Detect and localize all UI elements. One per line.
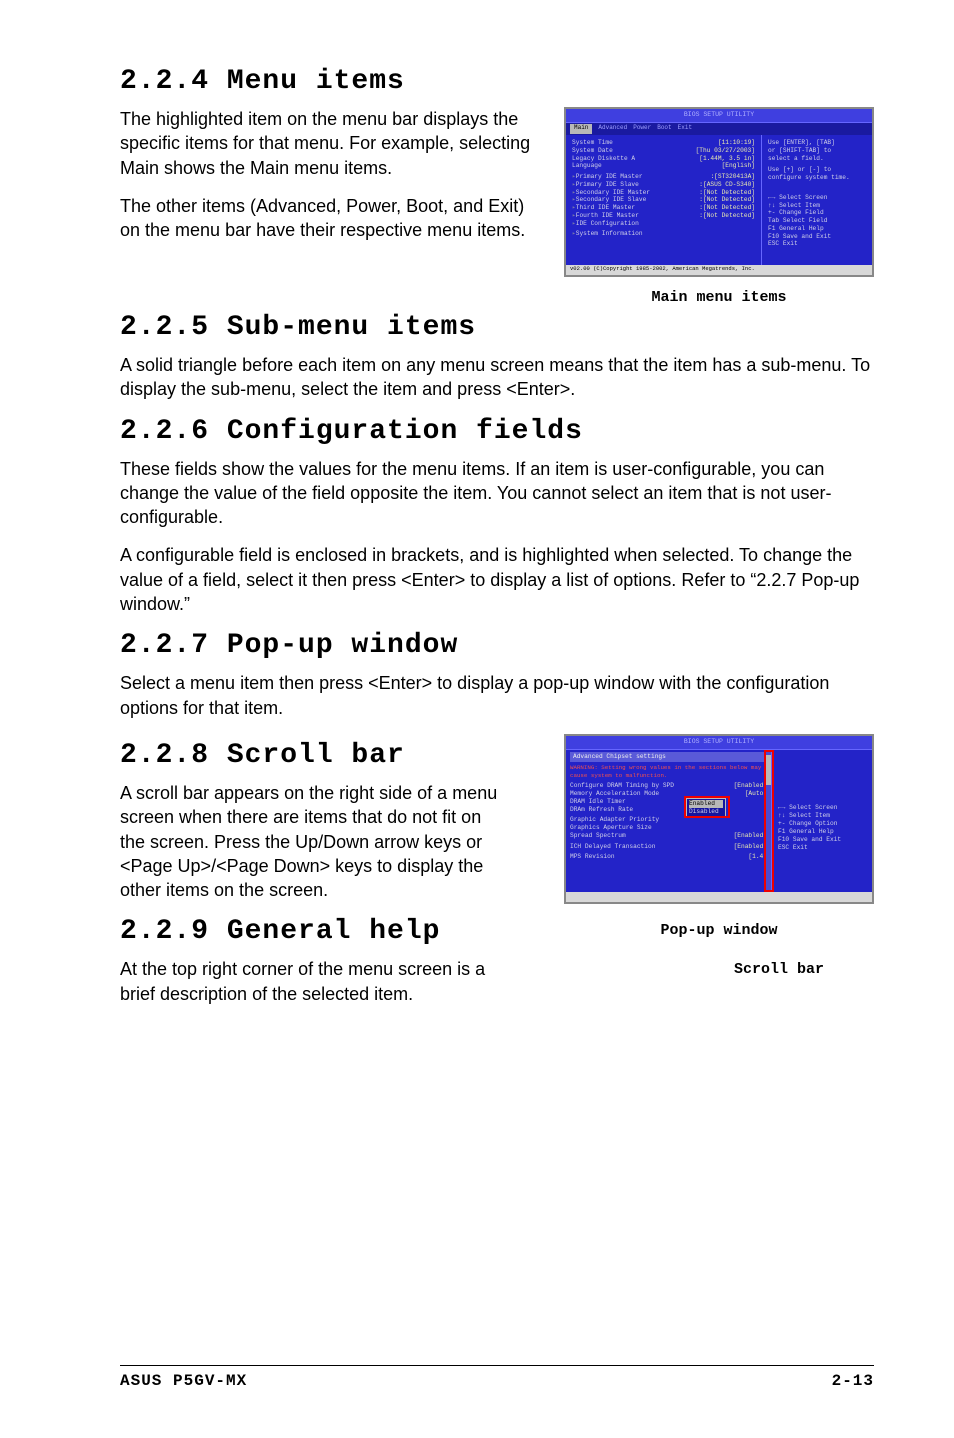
para-224-1: The highlighted item on the menu bar dis… [120, 107, 546, 180]
para-229-1: At the top right corner of the menu scre… [120, 957, 500, 1006]
bios1-footer: v02.00 (C)Copyright 1985-2002, American … [566, 265, 872, 275]
bios-main-screenshot: BIOS SETUP UTILITY Main Advanced Power B… [564, 107, 874, 277]
red-marker-popup [684, 796, 730, 818]
bios1-tab-exit: Exit [678, 124, 692, 134]
red-marker-scroll [764, 750, 774, 892]
bios2-warning: WARNING: Setting wrong values in the sec… [570, 764, 767, 779]
bios2-footer [566, 892, 872, 902]
heading-228: 2.2.8 Scroll bar [120, 740, 546, 771]
heading-229: 2.2.9 General help [120, 916, 546, 947]
bios-popup-screenshot: BIOS SETUP UTILITY Advanced Chipset sett… [564, 734, 874, 904]
para-228-1: A scroll bar appears on the right side o… [120, 781, 500, 902]
para-227-1: Select a menu item then press <Enter> to… [120, 671, 874, 720]
heading-226: 2.2.6 Configuration fields [120, 416, 874, 447]
bios1-tab-boot: Boot [657, 124, 671, 134]
bios2-title: BIOS SETUP UTILITY [566, 736, 872, 750]
bios1-tab-power: Power [633, 124, 651, 134]
para-225-1: A solid triangle before each item on any… [120, 353, 874, 402]
heading-224: 2.2.4 Menu items [120, 66, 874, 97]
bios1-tab-main: Main [570, 124, 592, 134]
caption-scrollbar: Scroll bar [564, 961, 874, 978]
footer-product: ASUS P5GV-MX [120, 1372, 247, 1390]
caption-popup: Pop-up window [564, 922, 874, 939]
heading-225: 2.2.5 Sub-menu items [120, 312, 874, 343]
footer-page: 2-13 [832, 1372, 874, 1390]
bios1-tab-advanced: Advanced [598, 124, 627, 134]
footer-rule [120, 1365, 874, 1366]
bios1-menubar: Main Advanced Power Boot Exit [566, 123, 872, 135]
para-226-2: A configurable field is enclosed in brac… [120, 543, 874, 616]
para-226-1: These fields show the values for the men… [120, 457, 874, 530]
caption-main-menu: Main menu items [564, 289, 874, 306]
bios2-subtitle: Advanced Chipset settings [570, 752, 767, 762]
para-224-2: The other items (Advanced, Power, Boot, … [120, 194, 546, 243]
heading-227: 2.2.7 Pop-up window [120, 630, 874, 661]
bios1-title: BIOS SETUP UTILITY [566, 109, 872, 123]
